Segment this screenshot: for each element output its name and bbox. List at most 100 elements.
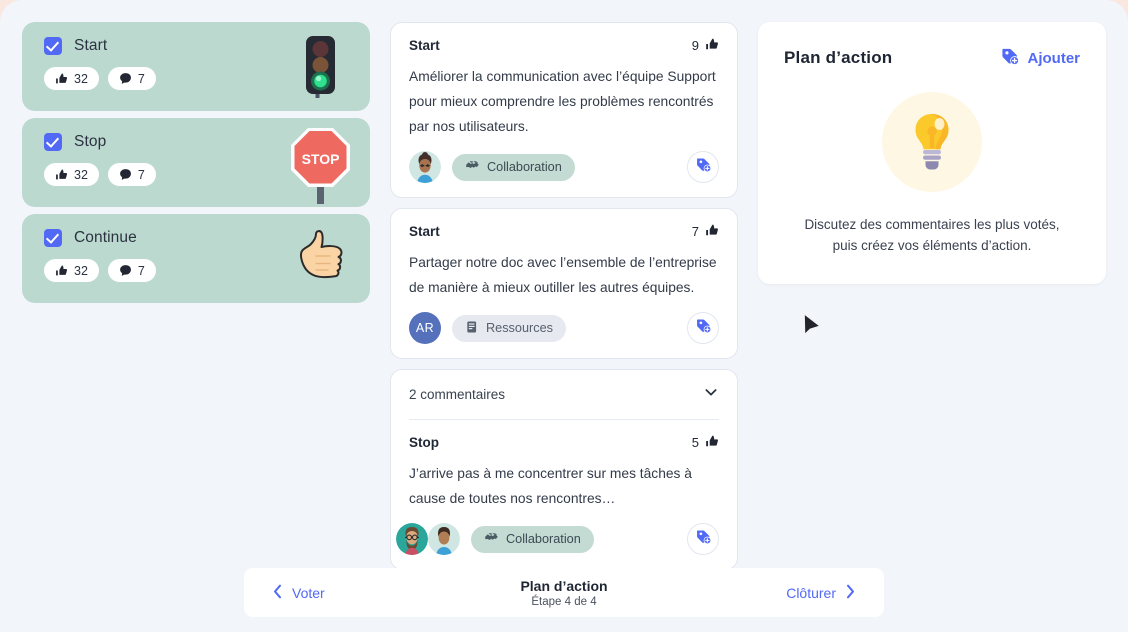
theme-checkbox-continue[interactable]	[44, 229, 62, 247]
page-title: Plan d’action	[784, 48, 893, 67]
theme-label: Start	[74, 37, 108, 54]
book-icon	[465, 320, 479, 337]
comment-bubble-icon	[119, 72, 132, 85]
feedback-header: Start 7	[409, 223, 719, 240]
feedback-theme: Start	[409, 224, 440, 239]
tag-plus-icon	[695, 317, 712, 339]
avatar	[409, 151, 441, 183]
feedback-votes: 7	[692, 223, 719, 240]
vote-pill[interactable]: 32	[44, 163, 99, 186]
stop-sign-icon: STOP	[284, 118, 358, 207]
theme-label: Stop	[74, 133, 107, 150]
empty-state-illustration	[784, 92, 1080, 192]
comments-toggle[interactable]: 2 commentaires	[409, 384, 719, 420]
step-navigation-bar: Voter Plan d’action Étape 4 de 4 Clôture…	[244, 568, 884, 617]
feedback-vote-count: 7	[691, 224, 699, 239]
tag-chip-collaboration[interactable]: Collaboration	[471, 525, 594, 553]
feedback-footer: Collaboration	[396, 523, 719, 555]
previous-step-button[interactable]: Voter	[272, 584, 422, 602]
handshake-icon	[465, 158, 480, 176]
feedback-text: Partager notre doc avec l’ensemble de l’…	[409, 255, 717, 295]
theme-checkbox-stop[interactable]	[44, 133, 62, 151]
current-step-title: Plan d’action	[520, 577, 608, 594]
vote-count: 32	[74, 71, 88, 86]
empty-state-line-2: puis créez vos éléments d’action.	[832, 238, 1032, 253]
feedback-vote-count: 9	[691, 38, 699, 53]
comments-card[interactable]: 2 commentaires Stop 5 J’arrive pas à me …	[390, 369, 738, 570]
chevron-right-icon	[845, 584, 856, 602]
thumbs-up-icon	[705, 37, 719, 54]
theme-checkbox-start[interactable]	[44, 37, 62, 55]
comment-count: 7	[137, 167, 145, 182]
current-step-info: Plan d’action Étape 4 de 4	[520, 578, 607, 608]
feedback-text: Améliorer la communication avec l’équipe…	[409, 69, 716, 134]
feedback-theme: Stop	[409, 435, 439, 450]
feedback-header: Stop 5	[409, 434, 719, 451]
feedback-meta: AR Ressources	[409, 312, 566, 344]
next-step-label: Clôturer	[786, 584, 836, 601]
feedback-text: J’arrive pas à me concentrer sur mes tâc…	[409, 466, 692, 506]
tag-plus-icon	[1000, 46, 1020, 70]
feedback-footer: AR Ressources	[409, 312, 719, 344]
current-step-subtitle: Étape 4 de 4	[531, 595, 597, 608]
action-plan-column: Plan d’action Ajouter Discutez des comme…	[758, 22, 1106, 284]
comments-count-label: 2 commentaires	[409, 387, 506, 402]
tag-plus-icon	[695, 528, 712, 550]
add-action-item-button[interactable]	[687, 151, 719, 183]
mouse-pointer-icon	[802, 312, 826, 345]
feedback-meta: Collaboration	[409, 151, 575, 183]
comment-count: 7	[137, 71, 145, 86]
add-action-item-button[interactable]	[687, 523, 719, 555]
previous-step-label: Voter	[292, 584, 325, 601]
feedback-meta: Collaboration	[396, 523, 594, 555]
tag-chip-collaboration[interactable]: Collaboration	[452, 153, 575, 181]
thumbs-up-icon	[705, 434, 719, 451]
empty-state-description: Discutez des commentaires les plus votés…	[784, 214, 1080, 256]
next-step-button[interactable]: Clôturer	[706, 584, 856, 602]
tag-plus-icon	[695, 156, 712, 178]
theme-card-stop[interactable]: Stop 32 7 STOP	[22, 118, 370, 207]
comment-pill[interactable]: 7	[107, 67, 156, 90]
feedback-votes: 5	[692, 434, 719, 451]
vote-pill[interactable]: 32	[44, 67, 99, 90]
chevron-down-icon[interactable]	[703, 384, 719, 405]
tag-chip-ressources[interactable]: Ressources	[452, 314, 566, 342]
feedback-card[interactable]: Start 9 Améliorer la communication avec …	[390, 22, 738, 198]
feedback-header: Start 9	[409, 37, 719, 54]
chevron-left-icon	[272, 584, 283, 602]
vote-pill[interactable]: 32	[44, 259, 99, 282]
svg-text:STOP: STOP	[302, 151, 340, 167]
empty-state-line-1: Discutez des commentaires les plus votés…	[804, 217, 1060, 232]
lightbulb-icon	[882, 92, 982, 192]
handshake-icon	[484, 530, 499, 548]
theme-label: Continue	[74, 229, 137, 246]
comment-pill[interactable]: 7	[107, 163, 156, 186]
feedback-footer: Collaboration	[409, 151, 719, 183]
app-root: Start 32 7 Stop 32 7 STOP Continue 32 7 …	[0, 0, 1128, 632]
add-action-button[interactable]: Ajouter	[1000, 46, 1081, 70]
vote-count: 32	[74, 263, 88, 278]
comment-bubble-icon	[119, 168, 132, 181]
thumbs-up-icon	[55, 264, 68, 277]
add-action-item-button[interactable]	[687, 312, 719, 344]
feedback-card[interactable]: Start 7 Partager notre doc avec l’ensemb…	[390, 208, 738, 359]
feedback-vote-count: 5	[691, 435, 699, 450]
tag-label: Ressources	[486, 321, 553, 335]
vote-count: 32	[74, 167, 88, 182]
comment-count: 7	[137, 263, 145, 278]
thumbs-up-icon	[55, 72, 68, 85]
avatar: AR	[409, 312, 441, 344]
comment-bubble-icon	[119, 264, 132, 277]
thumbs-up-hand-icon	[284, 214, 358, 303]
avatar-stack	[396, 523, 460, 555]
avatar	[396, 523, 428, 555]
action-plan-panel: Plan d’action Ajouter Discutez des comme…	[758, 22, 1106, 284]
feedback-column: Start 9 Améliorer la communication avec …	[390, 22, 738, 580]
comment-pill[interactable]: 7	[107, 259, 156, 282]
themes-column: Start 32 7 Stop 32 7 STOP Continue 32 7	[22, 22, 370, 310]
theme-card-continue[interactable]: Continue 32 7	[22, 214, 370, 303]
tag-label: Collaboration	[487, 160, 562, 174]
theme-card-start[interactable]: Start 32 7	[22, 22, 370, 111]
add-action-label: Ajouter	[1027, 49, 1081, 67]
feedback-theme: Start	[409, 38, 440, 53]
